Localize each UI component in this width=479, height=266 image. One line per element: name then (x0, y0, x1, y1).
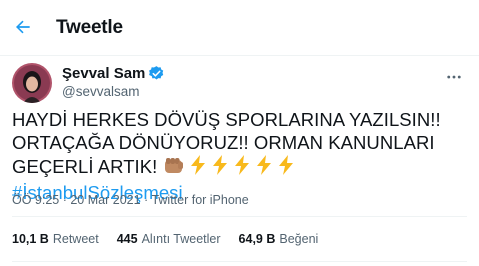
retweets-count: 10,1 B (12, 232, 49, 246)
high-voltage-icon (256, 155, 271, 175)
tweet-time[interactable]: ÖÖ 9:25 (12, 193, 59, 207)
tweet-meta: ÖÖ 9:25 · 20 Mar 2021 · Twitter for iPho… (12, 193, 249, 207)
tweet-stats: 10,1 B Retweet 445 Alıntı Tweetler 64,9 … (12, 232, 318, 246)
arrow-left-icon (16, 20, 30, 34)
likes-stat[interactable]: 64,9 B Beğeni (239, 232, 319, 246)
tweet-source: Twitter for iPhone (151, 193, 249, 207)
quotes-count: 445 (116, 232, 138, 246)
divider (12, 216, 467, 217)
oncoming-fist-icon (163, 156, 185, 181)
high-voltage-icon (278, 155, 293, 175)
back-button[interactable] (8, 12, 38, 42)
high-voltage-icon (234, 155, 249, 175)
quotes-stat[interactable]: 445 Alıntı Tweetler (117, 232, 221, 246)
bolt-emojis (187, 154, 297, 176)
page-title: Tweetle (56, 17, 123, 38)
author-handle[interactable]: @sevvalsam (62, 84, 139, 99)
page-header: Tweetle (0, 0, 479, 56)
high-voltage-icon (190, 155, 205, 175)
divider (12, 261, 467, 262)
author-display-name[interactable]: Şevval Sam (62, 65, 145, 82)
tweet-text: HAYDİ HERKES DÖVÜŞ SPORLARINA YAZILSIN!!… (12, 108, 467, 204)
quotes-label: Alıntı Tweetler (141, 232, 221, 246)
more-horizontal-icon (447, 75, 461, 79)
verified-badge-icon (148, 65, 165, 82)
retweets-stat[interactable]: 10,1 B Retweet (12, 232, 99, 246)
more-options-button[interactable] (443, 66, 465, 88)
high-voltage-icon (212, 155, 227, 175)
likes-label: Beğeni (279, 232, 319, 246)
likes-count: 64,9 B (238, 232, 276, 246)
retweets-label: Retweet (52, 232, 99, 246)
author-name-row: Şevval Sam (62, 65, 165, 82)
tweet-date[interactable]: 20 Mar 2021 (70, 193, 140, 207)
avatar[interactable] (12, 63, 52, 103)
